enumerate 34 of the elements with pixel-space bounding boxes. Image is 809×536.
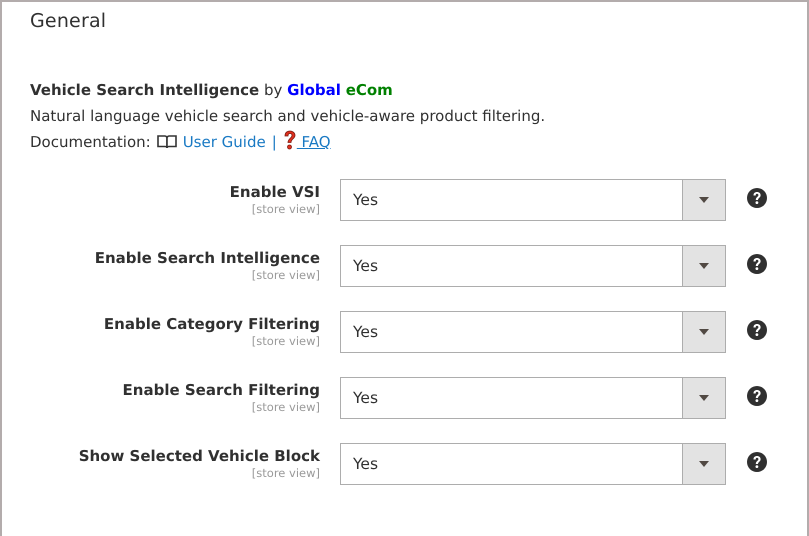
- select-field[interactable]: Yes: [340, 443, 726, 485]
- help-icon[interactable]: [747, 188, 767, 208]
- help-icon[interactable]: [747, 386, 767, 406]
- scope-label: [store view]: [252, 466, 320, 480]
- dropdown-arrow-icon: [699, 461, 709, 467]
- field-label: Enable VSI: [230, 182, 320, 202]
- question-icon: [282, 130, 297, 150]
- select-field[interactable]: Yes: [340, 377, 726, 419]
- field-label: Enable Search Filtering: [122, 380, 320, 400]
- help-icon[interactable]: [747, 452, 767, 472]
- select-field[interactable]: Yes: [340, 245, 726, 287]
- help-icon[interactable]: [747, 254, 767, 274]
- select-field[interactable]: Yes: [340, 311, 726, 353]
- link-separator: |: [272, 132, 277, 153]
- documentation-label: Documentation:: [30, 132, 151, 153]
- select-field[interactable]: Yes: [340, 179, 726, 221]
- scope-label: [store view]: [252, 268, 320, 282]
- field-label: Show Selected Vehicle Block: [78, 446, 320, 466]
- book-icon: [156, 134, 177, 150]
- field-label: Enable Search Intelligence: [94, 248, 320, 268]
- help-icon[interactable]: [747, 320, 767, 340]
- user-guide-link[interactable]: User Guide: [182, 129, 266, 155]
- dropdown-arrow-icon: [699, 329, 709, 335]
- scope-label: [store view]: [252, 400, 320, 414]
- dropdown-arrow-icon: [699, 197, 709, 203]
- dropdown-arrow-icon: [699, 263, 709, 269]
- description: Natural language vehicle search and vehicle-aware product filtering.: [30, 106, 546, 127]
- section-title: General: [30, 10, 106, 32]
- dropdown-arrow-icon: [699, 395, 709, 401]
- field-label: Enable Category Filtering: [104, 314, 320, 334]
- faq-link[interactable]: FAQ: [282, 129, 331, 155]
- scope-label: [store view]: [252, 202, 320, 216]
- extension-title: Vehicle Search Intelligence by Global eCom: [30, 80, 393, 101]
- scope-label: [store view]: [252, 334, 320, 348]
